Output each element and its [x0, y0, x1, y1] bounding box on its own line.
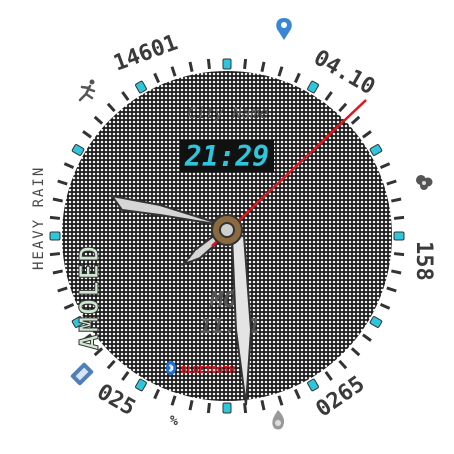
minute-tick: [260, 400, 266, 411]
hour-marker: [307, 378, 319, 392]
hour-marker: [135, 80, 147, 94]
minute-tick: [170, 66, 177, 77]
running-person-icon: [78, 79, 96, 102]
city-name: City Name: [187, 104, 268, 122]
minute-tick: [106, 359, 116, 370]
center-cap: [211, 214, 243, 246]
steps-value: 14601: [110, 30, 181, 76]
minute-tick: [277, 395, 284, 406]
flame-icon: [272, 410, 285, 430]
location-pin-icon: [276, 18, 292, 40]
digital-time: 21:29: [184, 140, 269, 173]
hour-marker: [71, 144, 85, 156]
brand-logo: AMOLED: [75, 244, 105, 350]
minute-tick: [153, 72, 161, 84]
minute-tick: [324, 91, 333, 101]
minute-tick: [350, 115, 361, 125]
minute-tick: [391, 197, 402, 203]
minute-tick: [293, 388, 301, 400]
minute-tick: [170, 395, 177, 406]
minute-tick: [379, 302, 391, 310]
minute-tick: [93, 115, 104, 125]
date-value: 04.10: [309, 45, 379, 100]
hour-marker: [369, 316, 383, 328]
minute-tick: [243, 58, 248, 70]
minute-tick: [386, 286, 397, 293]
minute-tick: [63, 162, 75, 170]
minute-tick: [121, 371, 130, 381]
minute-tick: [57, 286, 68, 293]
weather-text: HEAVY RAIN: [31, 166, 47, 270]
minute-tick: [52, 269, 63, 275]
minute-tick: [49, 252, 61, 257]
minute-tick: [393, 252, 405, 257]
minute-tick: [362, 333, 372, 342]
minute-tick: [324, 371, 333, 381]
minute-tick: [82, 130, 92, 139]
minute-tick: [206, 58, 211, 70]
minute-tick: [121, 91, 130, 101]
hour-marker: [222, 58, 232, 70]
minute-tick: [338, 359, 348, 370]
minute-tick: [153, 388, 161, 400]
minute-tick: [293, 72, 301, 84]
minute-tick: [63, 302, 75, 310]
minute-tick: [386, 179, 397, 186]
minute-tick: [379, 162, 391, 170]
minute-tick: [277, 66, 284, 77]
hour-marker: [135, 378, 147, 392]
hour-marker: [307, 80, 319, 94]
battery-unit: %: [170, 414, 178, 429]
minute-tick: [106, 102, 116, 113]
calories-value: 0265: [312, 372, 370, 423]
minute-tick: [362, 130, 372, 139]
minute-tick: [49, 215, 61, 220]
minute-tick: [188, 61, 194, 72]
minute-tick: [188, 400, 194, 411]
watch-face: 14601 04.10 158 0265 025 % HEAVY RAIN AM…: [31, 18, 436, 430]
battery-icon: [70, 362, 94, 386]
minute-tick: [52, 197, 63, 203]
hour-marker: [369, 144, 383, 156]
minute-tick: [57, 179, 68, 186]
minute-tick: [260, 61, 266, 72]
minute-tick: [391, 269, 402, 275]
heart-rate-value: 158: [411, 241, 436, 281]
bluetooth-icon: [166, 361, 176, 375]
hour-marker: [222, 402, 232, 414]
bluetooth-label: BLUETOOTH: [181, 365, 235, 376]
minute-tick: [338, 102, 348, 113]
hour-marker: [393, 231, 405, 241]
minute-tick: [393, 215, 405, 220]
minute-tick: [350, 347, 361, 357]
battery-value: 025: [93, 380, 140, 422]
hour-marker: [49, 231, 61, 241]
minute-tick: [206, 402, 211, 414]
weather-cloud-icon: [416, 175, 433, 190]
